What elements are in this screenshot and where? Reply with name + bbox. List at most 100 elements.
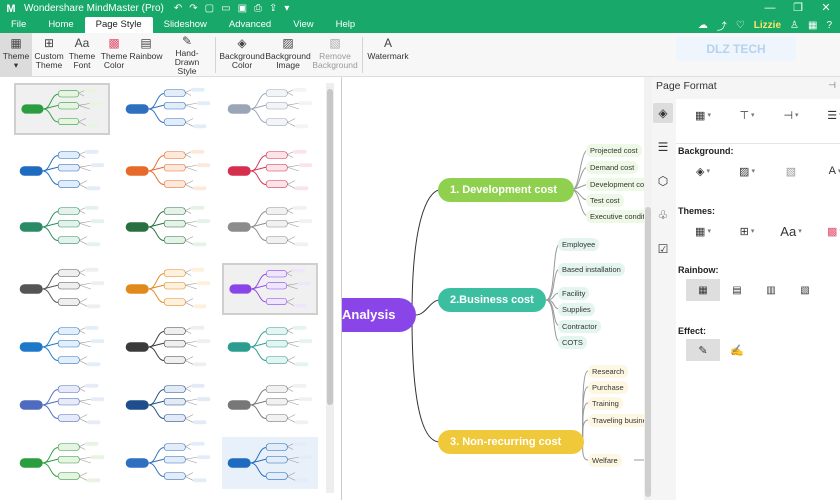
rainbow-button[interactable]: ▤ Rainbow bbox=[129, 33, 162, 76]
grid-icon[interactable]: ▦ bbox=[808, 20, 817, 31]
more-icon[interactable]: ▾ bbox=[284, 3, 289, 14]
save-icon[interactable]: ▣ bbox=[238, 3, 247, 14]
rainbow-option-1[interactable]: ▦ bbox=[686, 279, 720, 301]
subtopic-research[interactable]: Research bbox=[588, 365, 629, 378]
theme-thumbnail[interactable] bbox=[222, 321, 318, 373]
share-icon[interactable]: ⤴ bbox=[717, 18, 727, 33]
tab-home[interactable]: Home bbox=[37, 17, 84, 33]
watermark-panel-button[interactable]: A ▾ bbox=[820, 161, 840, 181]
redo-icon[interactable]: ↷ bbox=[189, 3, 197, 14]
theme-thumbnail[interactable] bbox=[14, 379, 110, 431]
tab-page-style[interactable]: Page Style bbox=[84, 17, 153, 33]
custom-theme-button[interactable]: ⊞ Custom Theme bbox=[32, 33, 66, 76]
shirt-icon[interactable]: ♙ bbox=[790, 20, 799, 31]
subtopic-facility[interactable]: Facility bbox=[558, 287, 590, 300]
subtopic-supplies[interactable]: Supplies bbox=[558, 303, 595, 316]
org-chart-icon[interactable]: ⊤ ▾ bbox=[732, 105, 762, 125]
custom-theme-panel-button[interactable]: ⊞ ▾ bbox=[732, 221, 762, 241]
theme-thumbnail[interactable] bbox=[222, 437, 318, 489]
maximize-button[interactable]: ❐ bbox=[784, 0, 812, 17]
background-image-button[interactable]: ▨ Background Image bbox=[265, 33, 311, 76]
canvas-scrollbar[interactable] bbox=[644, 77, 652, 500]
topic-non-recurring-cost[interactable]: 3. Non-recurring cost bbox=[438, 430, 584, 454]
effect-pen-icon[interactable]: ✎ bbox=[686, 339, 720, 361]
effect-handdrawn-icon[interactable]: ✍ bbox=[720, 339, 754, 361]
gallery-scrollbar[interactable] bbox=[326, 83, 334, 493]
theme-color-panel-button[interactable]: ▩▾ bbox=[820, 221, 840, 241]
theme-thumbnail[interactable] bbox=[14, 263, 110, 315]
theme-thumbnail[interactable] bbox=[14, 321, 110, 373]
bell-icon[interactable]: ♡ bbox=[736, 20, 745, 31]
theme-thumbnail[interactable] bbox=[222, 379, 318, 431]
subtopic-purchase[interactable]: Purchase bbox=[588, 381, 628, 394]
remove-background-button[interactable]: ▧ Remove Background bbox=[311, 33, 359, 76]
theme-thumbnail[interactable] bbox=[120, 379, 216, 431]
subtopic-cots[interactable]: COTS bbox=[558, 336, 587, 349]
open-icon[interactable]: ▭ bbox=[221, 3, 230, 14]
pin-icon[interactable]: ⊣ bbox=[828, 80, 836, 91]
theme-thumbnail[interactable] bbox=[120, 321, 216, 373]
canvas-scroll-thumb[interactable] bbox=[645, 207, 651, 497]
subtopic-training[interactable]: Training bbox=[588, 397, 623, 410]
tab-view[interactable]: View bbox=[282, 17, 324, 33]
tab-help[interactable]: Help bbox=[325, 17, 367, 33]
topic-development-cost[interactable]: 1. Development cost bbox=[438, 178, 574, 202]
watermark-button[interactable]: A Watermark bbox=[366, 33, 410, 76]
background-fill-button[interactable]: ◈ ▾ bbox=[688, 161, 718, 181]
subtopic-projected-cost[interactable]: Projected cost bbox=[586, 144, 642, 157]
subtopic-test-cost[interactable]: Test cost bbox=[586, 194, 624, 207]
subtopic-employee[interactable]: Employee bbox=[558, 238, 600, 251]
tab-advanced[interactable]: Advanced bbox=[218, 17, 282, 33]
hand-drawn-style-button[interactable]: ✎ Hand-Drawn Style bbox=[162, 33, 212, 76]
undo-icon[interactable]: ↶ bbox=[174, 3, 182, 14]
rainbow-option-3[interactable]: ▥ bbox=[754, 279, 788, 301]
page-format-icon[interactable]: ◈ bbox=[653, 103, 673, 123]
background-image-panel-button[interactable]: ▨ ▾ bbox=[732, 161, 762, 181]
theme-color-button[interactable]: ▩ Theme Color bbox=[98, 33, 130, 76]
help-icon[interactable]: ? bbox=[826, 20, 832, 31]
theme-thumbnail[interactable] bbox=[120, 263, 216, 315]
theme-font-button[interactable]: Aa Theme Font bbox=[66, 33, 98, 76]
theme-button[interactable]: ▦ Theme ▾ bbox=[0, 33, 32, 76]
theme-panel-button[interactable]: ▦ ▾ bbox=[688, 221, 718, 241]
tab-file[interactable]: File bbox=[0, 17, 37, 33]
theme-thumbnail[interactable] bbox=[120, 145, 216, 197]
subtopic-based-installation[interactable]: Based installation bbox=[558, 263, 625, 276]
subtopic-welfare[interactable]: Welfare bbox=[588, 454, 622, 467]
print-icon[interactable]: ⎙ bbox=[254, 3, 262, 14]
theme-font-panel-button[interactable]: Aa ▾ bbox=[776, 221, 806, 241]
topic-business-cost[interactable]: 2.Business cost bbox=[438, 288, 546, 312]
rainbow-option-4[interactable]: ▧ bbox=[788, 279, 822, 301]
subtopic-traveling-business[interactable]: Traveling business bbox=[588, 414, 652, 427]
theme-thumbnail[interactable] bbox=[120, 201, 216, 253]
background-color-button[interactable]: ◈ Background Color bbox=[219, 33, 265, 76]
new-icon[interactable]: ▢ bbox=[205, 3, 214, 14]
subtopic-development-cost[interactable]: Development cost bbox=[586, 178, 652, 191]
export-icon[interactable]: ⇪ bbox=[269, 3, 277, 14]
remove-background-panel-button[interactable]: ▧ bbox=[776, 161, 806, 181]
clipart-icon[interactable]: ♧ bbox=[653, 205, 673, 225]
theme-thumbnail[interactable] bbox=[222, 201, 318, 253]
gallery-scroll-thumb[interactable] bbox=[327, 89, 333, 405]
theme-thumbnail[interactable] bbox=[14, 83, 110, 135]
subtopic-executive-condition[interactable]: Executive condition bbox=[586, 210, 652, 223]
theme-thumbnail[interactable] bbox=[14, 201, 110, 253]
theme-thumbnail[interactable] bbox=[120, 83, 216, 135]
task-icon[interactable]: ☑ bbox=[653, 239, 673, 259]
numbering-icon[interactable]: ☰▾ bbox=[820, 105, 840, 125]
style-icon[interactable]: ⬡ bbox=[653, 171, 673, 191]
theme-thumbnail[interactable] bbox=[222, 145, 318, 197]
minimize-button[interactable]: — bbox=[756, 0, 784, 17]
layout-structure-button[interactable]: ▦ ▾ bbox=[688, 105, 718, 125]
rainbow-option-2[interactable]: ▤ bbox=[720, 279, 754, 301]
connector-icon[interactable]: ⊣ ▾ bbox=[776, 105, 806, 125]
subtopic-demand-cost[interactable]: Demand cost bbox=[586, 161, 639, 174]
close-button[interactable]: ✕ bbox=[812, 0, 840, 17]
main-topic[interactable]: Analysis bbox=[342, 298, 416, 332]
subtopic-contractor[interactable]: Contractor bbox=[558, 320, 602, 333]
outline-list-icon[interactable]: ☰ bbox=[653, 137, 673, 157]
mindmap-canvas[interactable]: Analysis 1. Development cost 2.Business … bbox=[342, 77, 652, 500]
cloud-icon[interactable]: ☁ bbox=[698, 20, 708, 31]
theme-thumbnail[interactable] bbox=[14, 437, 110, 489]
theme-thumbnail[interactable] bbox=[14, 145, 110, 197]
